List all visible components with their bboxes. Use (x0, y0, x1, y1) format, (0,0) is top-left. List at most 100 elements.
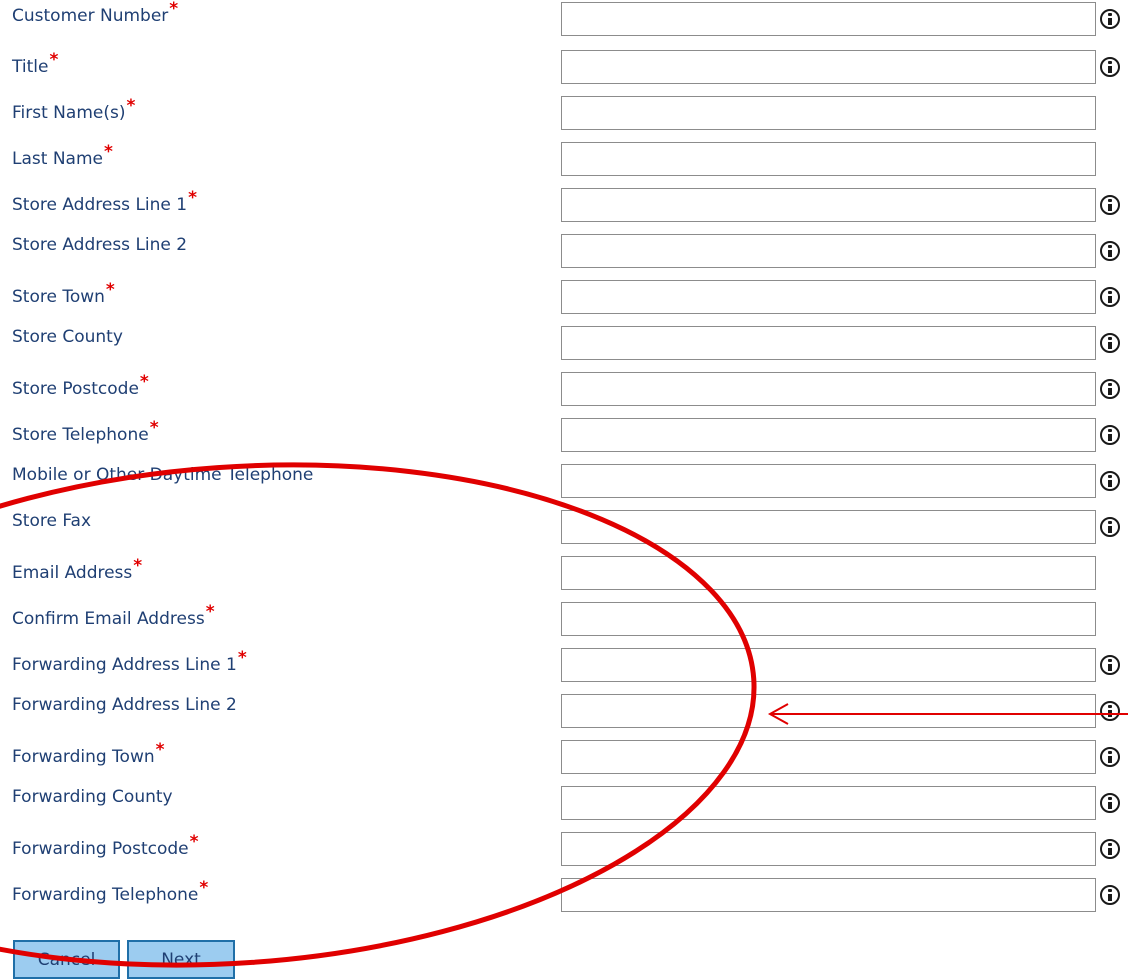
label-text: Forwarding County (12, 787, 173, 807)
next-button[interactable]: Next (127, 940, 235, 979)
store-town-input[interactable] (561, 280, 1096, 314)
form-row-forwarding-county: Forwarding County (0, 786, 1128, 822)
label-text: Email Address (12, 563, 133, 583)
form-row-forwarding-address-line-2: Forwarding Address Line 2 (0, 694, 1128, 730)
label-forwarding-address-line-2: Forwarding Address Line 2 (12, 695, 237, 715)
label-customer-number: Customer Number* (12, 0, 178, 26)
label-text: Forwarding Address Line 1 (12, 655, 237, 675)
label-last-name: Last Name* (12, 142, 113, 169)
label-forwarding-postcode: Forwarding Postcode* (12, 832, 199, 859)
info-circle-icon[interactable] (1100, 701, 1120, 721)
required-asterisk: * (199, 878, 209, 898)
form-row-last-name: Last Name* (0, 142, 1128, 178)
forwarding-address-line-1-input[interactable] (561, 648, 1096, 682)
form-row-forwarding-telephone: Forwarding Telephone* (0, 878, 1128, 914)
store-telephone-input[interactable] (561, 418, 1096, 452)
cancel-button[interactable]: Cancel (13, 940, 120, 979)
info-circle-icon[interactable] (1100, 655, 1120, 675)
last-name-input[interactable] (561, 142, 1096, 176)
store-county-input[interactable] (561, 326, 1096, 360)
form-row-first-name-s: First Name(s)* (0, 96, 1128, 132)
label-store-fax: Store Fax (12, 511, 91, 531)
label-text: First Name(s) (12, 103, 126, 123)
forwarding-town-input[interactable] (561, 740, 1096, 774)
label-text: Mobile or Other Daytime Telephone (12, 465, 314, 485)
label-email-address: Email Address* (12, 556, 142, 583)
required-asterisk: * (155, 740, 165, 760)
email-address-input[interactable] (561, 556, 1096, 590)
form-row-customer-number: Customer Number* (0, 0, 1128, 38)
info-circle-icon[interactable] (1100, 471, 1120, 491)
forwarding-county-input[interactable] (561, 786, 1096, 820)
label-text: Confirm Email Address (12, 609, 205, 629)
label-text: Store Telephone (12, 425, 149, 445)
forwarding-postcode-input[interactable] (561, 832, 1096, 866)
form-row-store-address-line-2: Store Address Line 2 (0, 234, 1128, 270)
info-circle-icon[interactable] (1100, 839, 1120, 859)
info-circle-icon[interactable] (1100, 241, 1120, 261)
label-mobile-or-other-daytime-telephone: Mobile or Other Daytime Telephone (12, 465, 313, 485)
form-row-store-town: Store Town* (0, 280, 1128, 316)
mobile-or-other-daytime-telephone-input[interactable] (561, 464, 1096, 498)
confirm-email-address-input[interactable] (561, 602, 1096, 636)
label-text: Store Fax (12, 511, 92, 531)
required-asterisk: * (169, 0, 179, 19)
required-asterisk: * (126, 96, 136, 116)
label-text: Store Town (12, 287, 105, 307)
required-asterisk: * (188, 188, 197, 208)
store-postcode-input[interactable] (561, 372, 1096, 406)
label-text: Store Address Line 1 (12, 195, 188, 215)
form-row-store-county: Store County (0, 326, 1128, 362)
forwarding-telephone-input[interactable] (561, 878, 1096, 912)
store-address-line-1-input[interactable] (561, 188, 1096, 222)
info-circle-icon[interactable] (1100, 195, 1120, 215)
label-store-address-line-1: Store Address Line 1* (12, 188, 197, 215)
label-text: Title (12, 57, 49, 77)
info-circle-icon[interactable] (1100, 793, 1120, 813)
title-input[interactable] (561, 50, 1096, 84)
required-asterisk: * (105, 280, 115, 300)
label-text: Forwarding Telephone (12, 885, 199, 905)
form-row-confirm-email-address: Confirm Email Address* (0, 602, 1128, 638)
info-circle-icon[interactable] (1100, 287, 1120, 307)
info-circle-icon[interactable] (1100, 517, 1120, 537)
required-asterisk: * (133, 556, 143, 576)
forwarding-address-line-2-input[interactable] (561, 694, 1096, 728)
label-text: Customer Number (12, 6, 169, 26)
label-store-county: Store County (12, 327, 123, 347)
store-address-line-2-input[interactable] (561, 234, 1096, 268)
info-circle-icon[interactable] (1100, 333, 1120, 353)
required-asterisk: * (149, 418, 159, 438)
label-text: Store Postcode (12, 379, 139, 399)
form-row-forwarding-town: Forwarding Town* (0, 740, 1128, 776)
label-store-telephone: Store Telephone* (12, 418, 159, 445)
first-name-s-input[interactable] (561, 96, 1096, 130)
required-asterisk: * (237, 648, 247, 668)
label-store-town: Store Town* (12, 280, 115, 307)
form-row-store-telephone: Store Telephone* (0, 418, 1128, 454)
info-circle-icon[interactable] (1100, 425, 1120, 445)
required-asterisk: * (205, 602, 215, 622)
label-forwarding-county: Forwarding County (12, 787, 173, 807)
info-circle-icon[interactable] (1100, 379, 1120, 399)
label-text: Forwarding Postcode (12, 839, 189, 859)
store-fax-input[interactable] (561, 510, 1096, 544)
label-forwarding-address-line-1: Forwarding Address Line 1* (12, 648, 247, 675)
label-text: Forwarding Town (12, 747, 155, 767)
info-circle-icon[interactable] (1100, 885, 1120, 905)
customer-number-input[interactable] (561, 2, 1096, 36)
form-row-store-address-line-1: Store Address Line 1* (0, 188, 1128, 224)
info-circle-icon[interactable] (1100, 57, 1120, 77)
form-row-forwarding-postcode: Forwarding Postcode* (0, 832, 1128, 868)
required-asterisk: * (189, 832, 199, 852)
info-circle-icon[interactable] (1100, 747, 1120, 767)
required-asterisk: * (103, 142, 113, 162)
info-circle-icon[interactable] (1100, 9, 1120, 29)
label-text: Store Address Line 2 (12, 235, 188, 255)
label-text: Forwarding Address Line 2 (12, 695, 237, 715)
label-forwarding-town: Forwarding Town* (12, 740, 165, 767)
label-first-name-s: First Name(s)* (12, 96, 135, 123)
form-row-store-fax: Store Fax (0, 510, 1128, 546)
required-asterisk: * (49, 50, 59, 70)
label-confirm-email-address: Confirm Email Address* (12, 602, 215, 629)
